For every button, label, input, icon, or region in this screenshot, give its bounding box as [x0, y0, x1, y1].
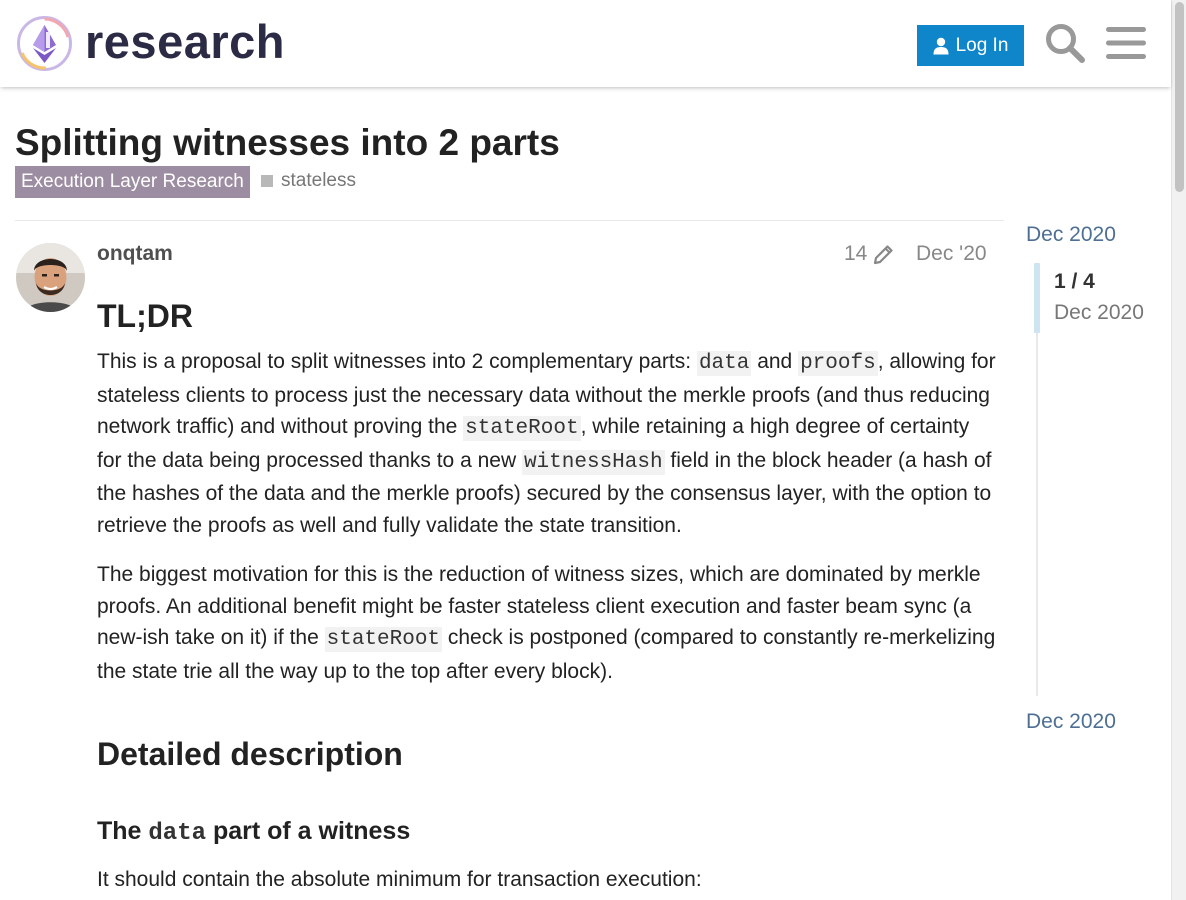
heading-detailed-description: Detailed description: [97, 736, 403, 772]
post-body: TL;DR This is a proposal to split witnes…: [97, 292, 997, 900]
site-logo-text[interactable]: research: [85, 14, 285, 70]
avatar[interactable]: [16, 243, 85, 312]
category-badge[interactable]: Execution Layer Research: [15, 166, 250, 198]
timeline-current-date: Dec 2020: [1054, 301, 1144, 324]
pencil-icon: [874, 245, 893, 265]
hamburger-menu-icon[interactable]: [1106, 25, 1146, 61]
timeline-position: 1 / 4: [1054, 270, 1095, 293]
inline-code: proofs: [798, 351, 878, 376]
login-label: Log In: [955, 34, 1009, 56]
timeline-handle[interactable]: [1034, 263, 1040, 333]
heading-tldr: TL;DR: [97, 298, 193, 334]
topic-title[interactable]: Splitting witnesses into 2 parts: [15, 121, 560, 165]
post-paragraph-1: This is a proposal to split witnesses in…: [97, 350, 996, 537]
heading-data-part: The data part of a witness: [97, 817, 411, 847]
inline-code: data: [696, 351, 752, 376]
tag-stateless[interactable]: stateless: [261, 169, 356, 193]
timeline-end-date[interactable]: Dec 2020: [1026, 709, 1116, 735]
user-icon: [933, 37, 949, 54]
post-username[interactable]: onqtam: [97, 241, 173, 267]
login-button[interactable]: Log In: [917, 25, 1024, 66]
edit-history-button[interactable]: 14: [844, 241, 895, 267]
title-divider: [15, 220, 1004, 221]
post-paragraph-2: The biggest motivation for this is the r…: [97, 563, 996, 683]
post-date[interactable]: Dec '20: [916, 241, 987, 267]
inline-code: witnessHash: [521, 449, 665, 475]
inline-code: data: [148, 820, 207, 847]
inline-code: stateRoot: [463, 416, 581, 441]
ethresear-logo-icon[interactable]: [16, 15, 73, 72]
scrollbar-thumb[interactable]: [1175, 2, 1184, 192]
tag-label: stateless: [281, 170, 356, 191]
edit-count: 14: [844, 242, 868, 265]
post-paragraph-3: It should contain the absolute minimum f…: [97, 868, 702, 891]
search-icon[interactable]: [1043, 21, 1087, 65]
site-header: research Log In: [0, 0, 1171, 87]
timeline-start-date[interactable]: Dec 2020: [1026, 222, 1116, 248]
tag-square-icon: [261, 175, 273, 187]
inline-code: stateRoot: [324, 627, 443, 652]
page-scrollbar[interactable]: [1171, 0, 1186, 900]
